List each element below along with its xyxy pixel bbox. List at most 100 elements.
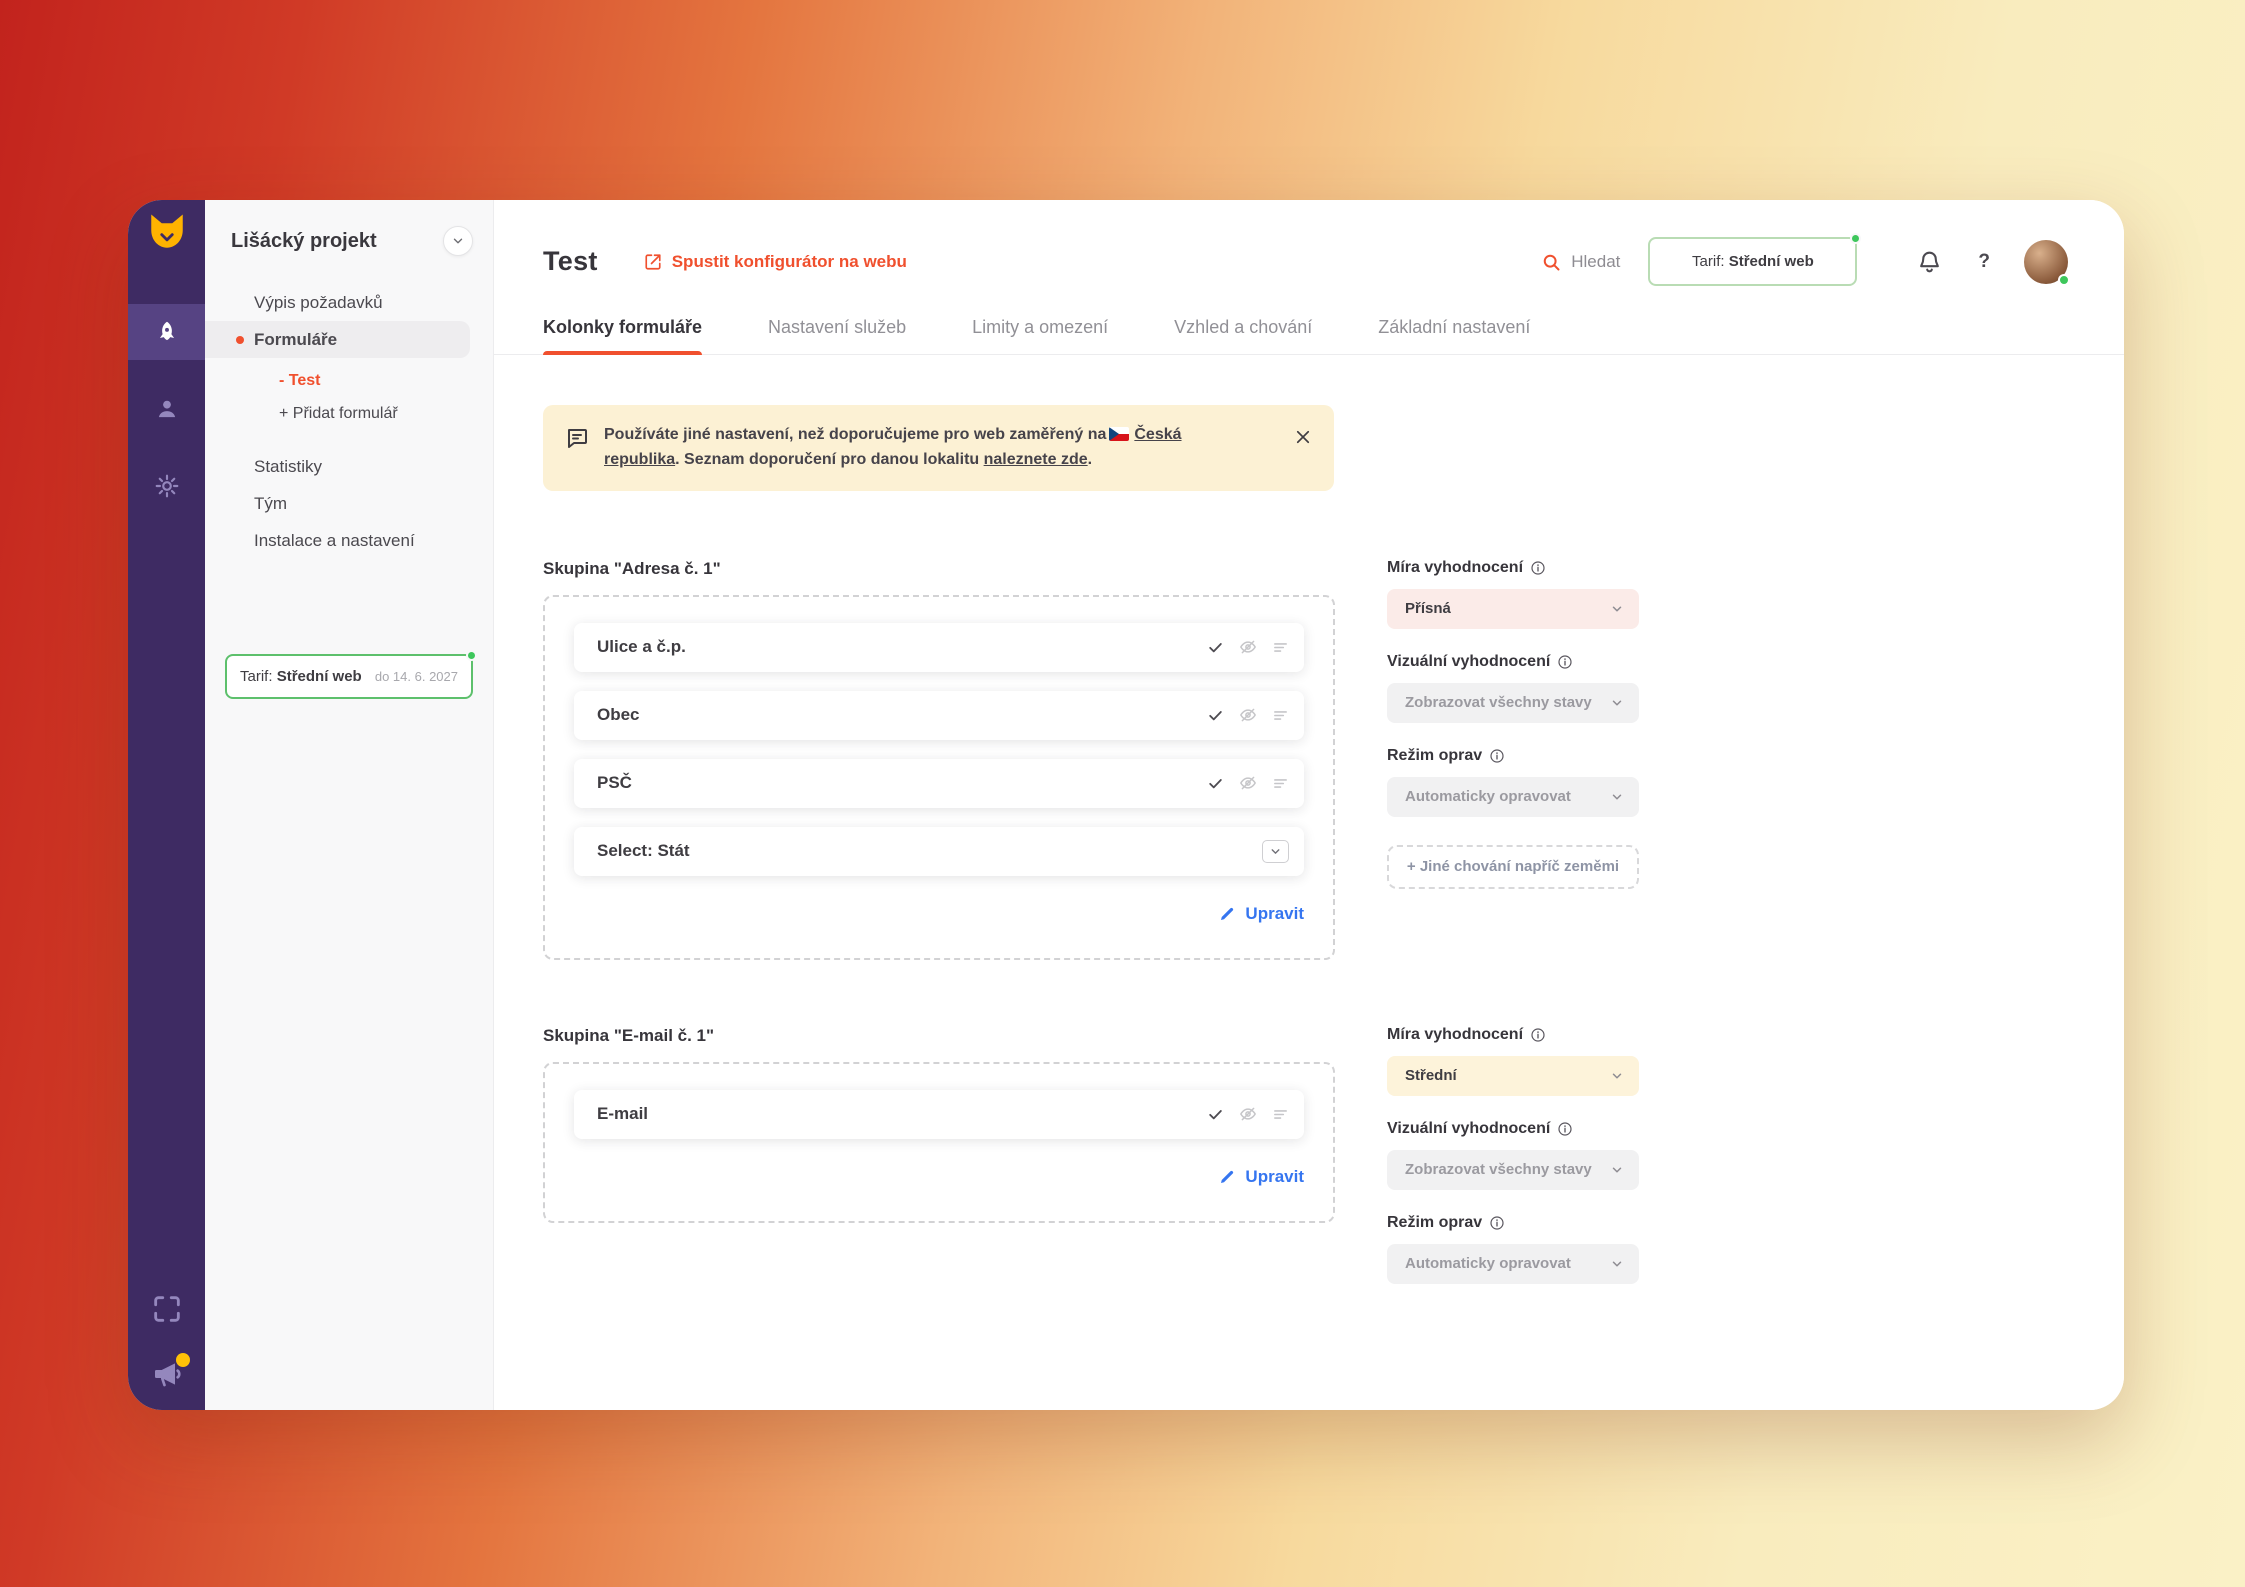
dropdown-value: Přísná: [1405, 600, 1451, 617]
tarif-card[interactable]: Tarif: Střední web do 14. 6. 2027: [225, 654, 473, 699]
field-label: E-mail: [597, 1104, 648, 1124]
sidebar-item-label: Formuláře: [254, 330, 337, 350]
setting-label-row: Režim oprav: [1387, 1214, 1639, 1232]
project-switcher-button[interactable]: [443, 226, 473, 256]
field-row-actions: [1207, 706, 1289, 724]
setting-label: Vizuální vyhodnocení: [1387, 653, 1550, 671]
field-row-email[interactable]: E-mail: [574, 1090, 1304, 1139]
chevron-down-icon: [1610, 602, 1624, 616]
eye-off-icon[interactable]: [1239, 706, 1257, 724]
help-button[interactable]: ?: [1978, 251, 1990, 273]
sidebar-item-label: Výpis požadavků: [254, 293, 383, 313]
dropdown-vizualni-vyhodnoceni[interactable]: Zobrazovat všechny stavy: [1387, 1150, 1639, 1190]
tab-limity-a-omezeni[interactable]: Limity a omezení: [972, 317, 1108, 338]
tab-nastaveni-sluzeb[interactable]: Nastavení služeb: [768, 317, 906, 338]
sidebar-item-tym[interactable]: Tým: [205, 485, 470, 522]
dropdown-vizualni-vyhodnoceni[interactable]: Zobrazovat všechny stavy: [1387, 683, 1639, 723]
close-icon[interactable]: [1294, 428, 1312, 446]
header-tarif-text: Tarif: Střední web: [1692, 253, 1814, 270]
header-tarif-box[interactable]: Tarif: Střední web: [1648, 237, 1857, 286]
sidebar-item-label: Tým: [254, 494, 287, 514]
list-icon[interactable]: [1272, 775, 1289, 792]
sidebar-item-add-form[interactable]: + Přidat formulář: [205, 397, 470, 430]
notifications-button[interactable]: [1917, 249, 1942, 274]
dropdown-rezim-oprav[interactable]: Automaticky opravovat: [1387, 1244, 1639, 1284]
tarif-label: Tarif:: [1692, 253, 1725, 270]
eye-off-icon[interactable]: [1239, 1105, 1257, 1123]
announcements-button[interactable]: [151, 1358, 183, 1390]
field-row-obec[interactable]: Obec: [574, 691, 1304, 740]
sidebar-item-vypis-pozadavku[interactable]: Výpis požadavků: [205, 284, 470, 321]
info-icon[interactable]: [1489, 1215, 1505, 1231]
sidebar-item-formulare[interactable]: Formuláře: [205, 321, 470, 358]
add-country-behavior-button[interactable]: + Jiné chování napříč zeměmi: [1387, 845, 1639, 889]
banner-text-part: Používáte jiné nastavení, než doporučuje…: [604, 426, 1106, 443]
recommendations-link[interactable]: naleznete zde: [984, 451, 1088, 468]
header-actions: Hledat Tarif: Střední web ?: [1541, 237, 2068, 286]
recommendation-banner: Používáte jiné nastavení, než doporučuje…: [543, 405, 1334, 491]
list-icon[interactable]: [1272, 707, 1289, 724]
search-button[interactable]: Hledat: [1541, 252, 1620, 272]
sidebar-item-test-form[interactable]: - Test: [205, 364, 470, 397]
tarif-label: Tarif:: [240, 668, 273, 685]
avatar[interactable]: [2024, 240, 2068, 284]
person-icon: [154, 396, 180, 422]
field-row-psc[interactable]: PSČ: [574, 759, 1304, 808]
tab-kolonky-formulare[interactable]: Kolonky formuláře: [543, 317, 702, 338]
form-group-adresa: Skupina "Adresa č. 1" Ulice a č.p.: [543, 559, 2068, 960]
tab-vzhled-a-chovani[interactable]: Vzhled a chování: [1174, 317, 1312, 338]
info-icon[interactable]: [1557, 654, 1573, 670]
dropdown-mira-vyhodnoceni[interactable]: Střední: [1387, 1056, 1639, 1096]
check-icon[interactable]: [1207, 1106, 1224, 1123]
setting-rezim-oprav: Režim oprav Automaticky opravovat: [1387, 747, 1639, 817]
rail-item-team[interactable]: [128, 381, 205, 437]
info-icon[interactable]: [1530, 560, 1546, 576]
field-group-container: Ulice a č.p. Obec: [543, 595, 1335, 960]
dropdown-rezim-oprav[interactable]: Automaticky opravovat: [1387, 777, 1639, 817]
check-icon[interactable]: [1207, 639, 1224, 656]
setting-vizualni-vyhodnoceni: Vizuální vyhodnocení Zobrazovat všechny …: [1387, 653, 1639, 723]
setting-rezim-oprav: Režim oprav Automaticky opravovat: [1387, 1214, 1639, 1284]
edit-row: Upravit: [574, 904, 1304, 924]
search-icon: [1541, 252, 1561, 272]
app-logo[interactable]: [145, 210, 189, 254]
chevron-down-icon[interactable]: [1262, 840, 1289, 863]
sidebar-item-instalace[interactable]: Instalace a nastavení: [205, 522, 470, 559]
list-icon[interactable]: [1272, 639, 1289, 656]
eye-off-icon[interactable]: [1239, 774, 1257, 792]
chevron-down-icon: [1610, 1069, 1624, 1083]
check-icon[interactable]: [1207, 707, 1224, 724]
project-header: Lišácký projekt: [205, 226, 493, 256]
group-settings-column: Míra vyhodnocení Přísná Vizuální vyhodno…: [1387, 559, 1639, 889]
edit-group-button[interactable]: Upravit: [1218, 904, 1304, 924]
list-icon[interactable]: [1272, 1106, 1289, 1123]
dropdown-value: Automaticky opravovat: [1405, 788, 1571, 805]
check-icon[interactable]: [1207, 775, 1224, 792]
setting-label-row: Vizuální vyhodnocení: [1387, 1120, 1639, 1138]
setting-label-row: Míra vyhodnocení: [1387, 1026, 1639, 1044]
dropdown-value: Zobrazovat všechny stavy: [1405, 694, 1592, 711]
rail-item-settings[interactable]: [128, 458, 205, 514]
dropdown-mira-vyhodnoceni[interactable]: Přísná: [1387, 589, 1639, 629]
rail-item-forms[interactable]: [128, 304, 205, 360]
edit-group-button[interactable]: Upravit: [1218, 1167, 1304, 1187]
scan-frame-icon[interactable]: [150, 1292, 184, 1326]
rail-bottom: [150, 1292, 184, 1390]
edit-label: Upravit: [1245, 904, 1304, 924]
eye-off-icon[interactable]: [1239, 638, 1257, 656]
tarif-value: Střední web: [1729, 253, 1814, 270]
setting-vizualni-vyhodnoceni: Vizuální vyhodnocení Zobrazovat všechny …: [1387, 1120, 1639, 1190]
setting-label-row: Míra vyhodnocení: [1387, 559, 1639, 577]
field-row-ulice[interactable]: Ulice a č.p.: [574, 623, 1304, 672]
configurator-link-label: Spustit konfigurátor na webu: [672, 252, 907, 272]
main-panel: Test Spustit konfigurátor na webu Hledat…: [494, 200, 2124, 1410]
sidebar-item-statistiky[interactable]: Statistiky: [205, 448, 470, 485]
info-icon[interactable]: [1489, 748, 1505, 764]
field-row-select-stat[interactable]: Select: Stát: [574, 827, 1304, 876]
info-icon[interactable]: [1530, 1027, 1546, 1043]
message-icon: [565, 426, 589, 450]
info-icon[interactable]: [1557, 1121, 1573, 1137]
open-configurator-link[interactable]: Spustit konfigurátor na webu: [644, 252, 907, 272]
sidebar-item-label: Statistiky: [254, 457, 322, 477]
tab-zakladni-nastaveni[interactable]: Základní nastavení: [1378, 317, 1530, 338]
